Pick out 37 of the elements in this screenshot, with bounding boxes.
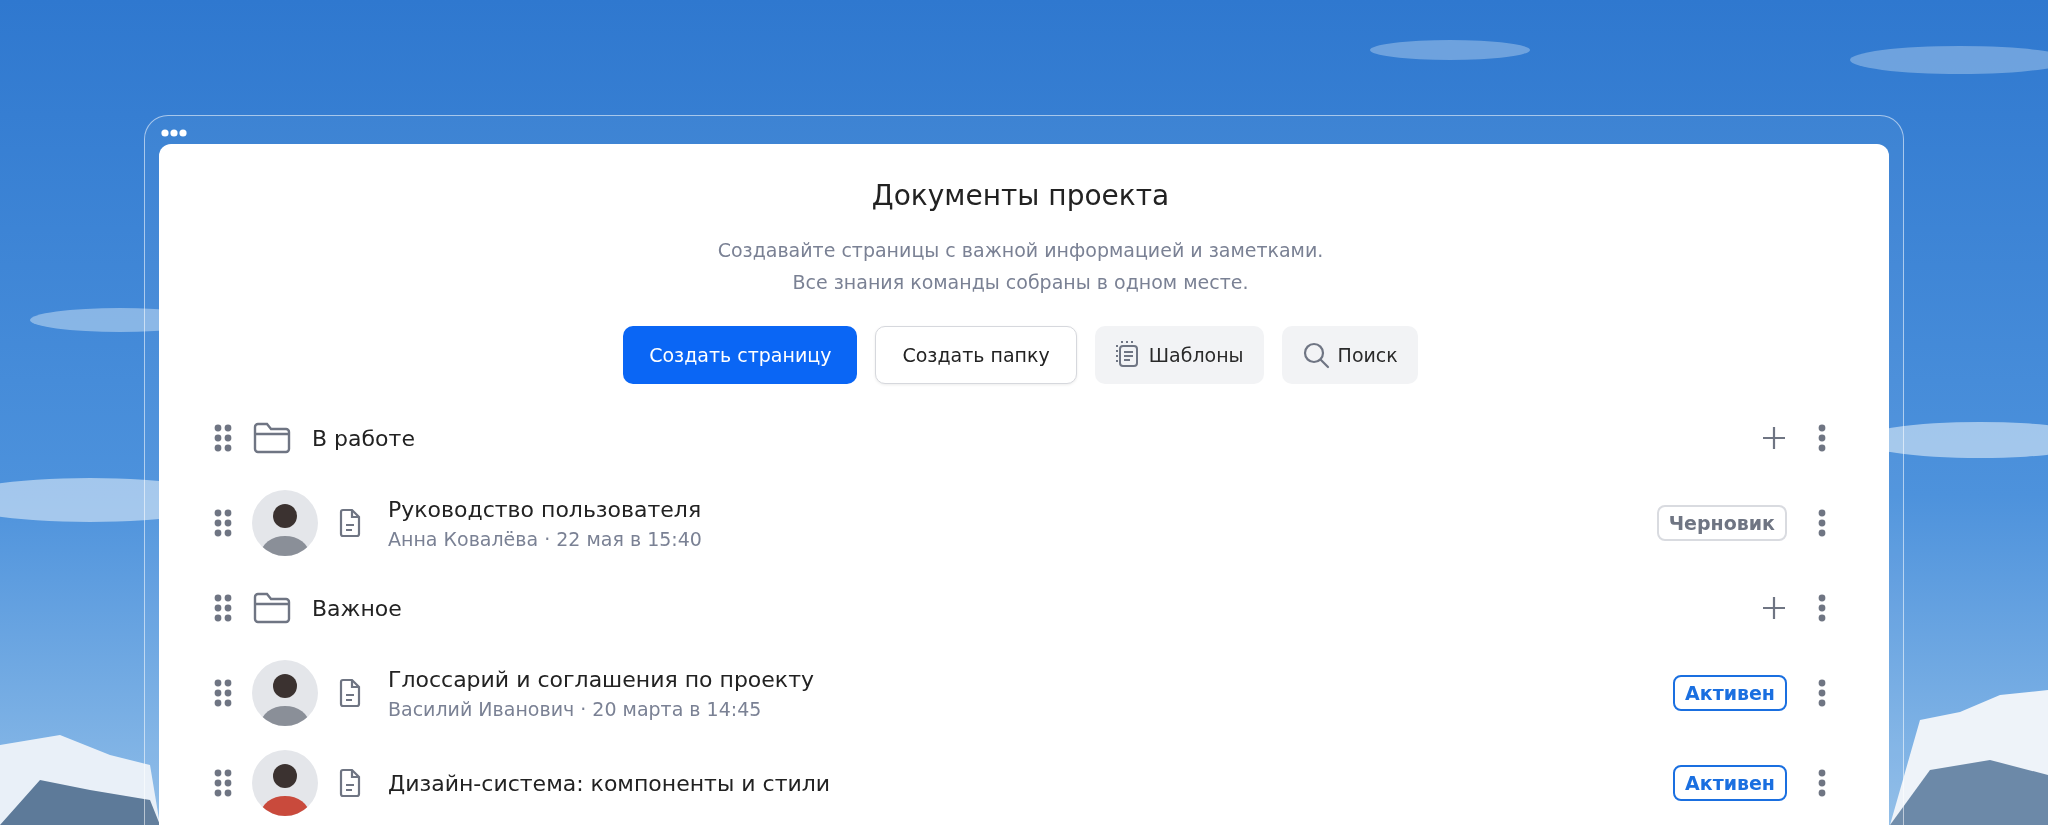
document-meta: Василий Иванович · 20 марта в 14:45 [388, 697, 763, 720]
add-button[interactable] [1761, 595, 1787, 621]
document-icon [338, 508, 362, 538]
drag-handle-icon[interactable] [214, 768, 232, 798]
action-button[interactable]: Создать папку [875, 326, 1077, 384]
more-options-button[interactable] [1817, 508, 1827, 538]
folder-name[interactable]: Важное [312, 595, 1741, 621]
document-icon [338, 768, 362, 798]
document-title[interactable]: Глоссарий и соглашения по проекту [388, 666, 1654, 692]
page-description: Все знания команды собраны в одном месте. [792, 270, 1249, 295]
search-icon [1301, 341, 1330, 369]
more-options-button[interactable] [1817, 678, 1827, 708]
action-button[interactable]: Шаблоны [1094, 326, 1264, 384]
status-badge: Активен [1673, 675, 1787, 711]
folder-name[interactable]: В работе [312, 425, 1741, 451]
more-options-button[interactable] [1817, 593, 1827, 623]
drag-handle-icon[interactable] [214, 508, 232, 538]
search-button[interactable]: Поиск [1281, 326, 1418, 384]
action-button[interactable]: Создать страницу [623, 326, 858, 384]
page-description: Создавайте страницы с важной информацией и заметками. [717, 238, 1324, 263]
page-title: Документы проекта [871, 178, 1170, 214]
document-icon [338, 678, 362, 708]
document-meta: Анна Ковалёва · 22 мая в 15:40 [388, 527, 703, 550]
folder-icon [252, 421, 292, 455]
drag-handle-icon[interactable] [214, 678, 232, 708]
more-options-button[interactable] [1817, 768, 1827, 798]
add-button[interactable] [1761, 425, 1787, 451]
document-title[interactable]: Дизайн-система: компоненты и стили [388, 770, 1654, 796]
folder-icon [252, 591, 292, 625]
drag-handle-icon[interactable] [214, 423, 232, 453]
drag-handle-icon[interactable] [214, 593, 232, 623]
template-list-icon [1114, 341, 1141, 369]
status-badge: Черновик [1656, 505, 1787, 541]
status-badge: Активен [1673, 765, 1787, 801]
more-options-button[interactable] [1817, 423, 1827, 453]
window-dots-icon[interactable] [161, 128, 187, 138]
document-title[interactable]: Руководство пользователя [388, 496, 1637, 522]
